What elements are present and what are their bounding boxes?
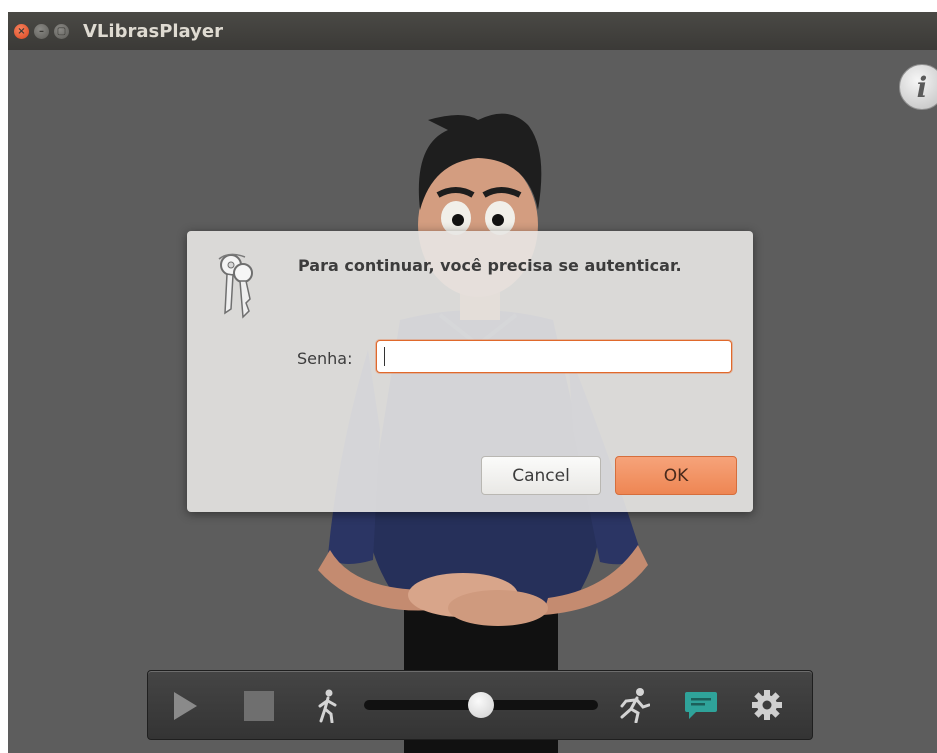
play-icon[interactable] [172,691,198,721]
running-person-icon[interactable] [616,687,650,723]
avatar-stage: i Para continuar, você precisa se autent… [8,50,937,753]
gear-icon[interactable] [751,689,783,721]
speed-slider-thumb[interactable] [468,692,494,718]
stop-icon[interactable] [244,691,274,721]
close-icon[interactable]: × [14,23,29,39]
info-button[interactable]: i [899,64,937,110]
text-cursor [384,347,385,366]
password-label: Senha: [297,349,353,368]
maximize-icon[interactable]: ▢ [54,23,69,39]
vlibras-player-window: × – ▢ VLibrasPlayer i Para continuar, vo… [8,12,937,753]
password-field[interactable] [376,340,732,373]
authentication-dialog: Para continuar, você precisa se autentic… [187,231,753,512]
minimize-icon[interactable]: – [34,23,49,39]
player-toolbar [147,670,813,740]
dialog-heading: Para continuar, você precisa se autentic… [298,256,682,275]
speech-bubble-icon[interactable] [684,690,718,720]
ok-button[interactable]: OK [615,456,737,495]
titlebar: × – ▢ VLibrasPlayer [8,12,937,50]
info-icon: i [916,70,928,104]
walking-person-icon[interactable] [316,689,340,723]
cancel-button[interactable]: Cancel [481,456,601,495]
keys-icon [218,253,253,319]
window-title: VLibrasPlayer [83,20,223,42]
